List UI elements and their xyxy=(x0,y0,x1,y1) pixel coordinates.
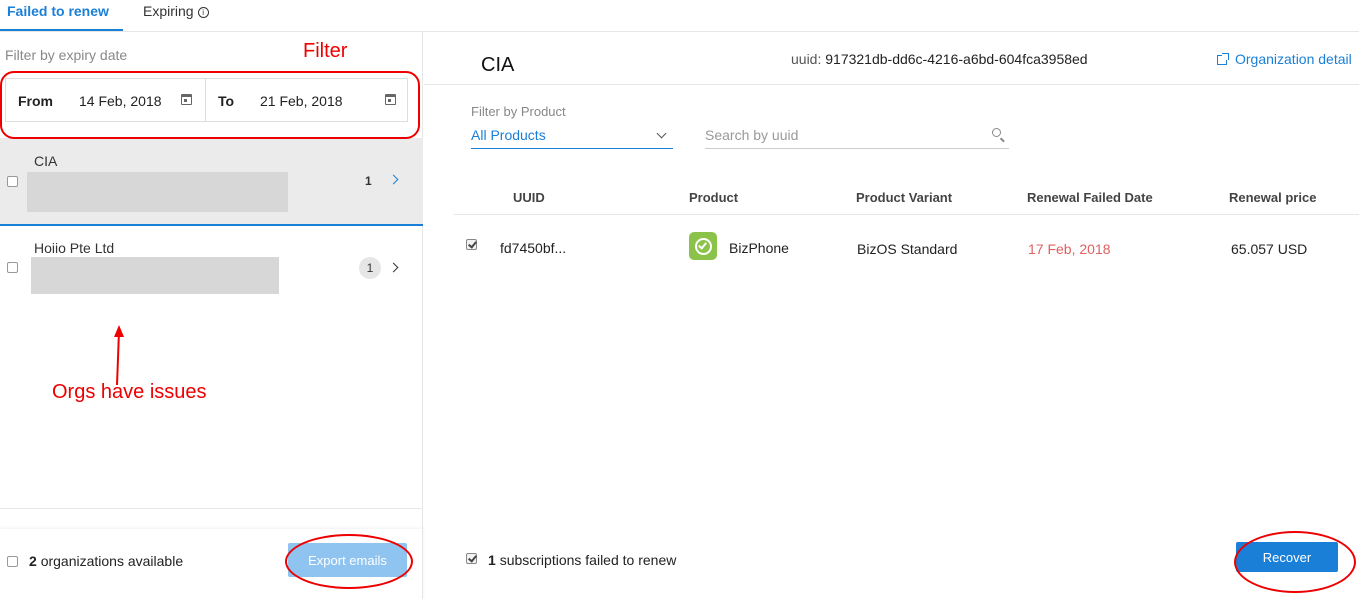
tab-expiring[interactable]: Expiring i xyxy=(143,3,209,19)
tab-expiring-label: Expiring xyxy=(143,3,194,19)
filter-expiry-label: Filter by expiry date xyxy=(5,47,128,63)
organization-detail-link[interactable]: Organization detail xyxy=(1217,51,1352,67)
orgs-available-text: 2 organizations available xyxy=(29,553,184,569)
org-detail-panel: CIA uuid: 917321db-dd6c-4216-a6bd-604fca… xyxy=(424,32,1359,599)
cell-renewal-failed-date: 17 Feb, 2018 xyxy=(1028,241,1111,257)
redacted-content xyxy=(31,257,279,294)
org-issue-count: 1 xyxy=(359,257,381,279)
annotation-filter-ring xyxy=(0,71,420,139)
tab-failed-to-renew[interactable]: Failed to renew xyxy=(0,3,123,31)
external-link-icon xyxy=(1217,53,1229,65)
filter-product-label: Filter by Product xyxy=(471,104,566,119)
row-checkbox[interactable] xyxy=(466,239,477,250)
org-list-item[interactable]: Hoiio Pte Ltd 1 xyxy=(0,228,423,308)
cell-product: BizPhone xyxy=(729,240,789,256)
column-header-uuid: UUID xyxy=(513,190,545,205)
chevron-right-icon[interactable] xyxy=(388,174,399,185)
annotation-arrow xyxy=(114,325,124,386)
info-icon: i xyxy=(197,7,209,18)
product-filter-value: All Products xyxy=(471,127,546,143)
page-title: CIA xyxy=(481,54,515,76)
select-all-subscriptions-checkbox[interactable] xyxy=(466,553,477,564)
org-name: Hoiio Pte Ltd xyxy=(34,240,115,256)
bizphone-icon xyxy=(689,232,717,260)
cell-product-variant: BizOS Standard xyxy=(857,241,958,257)
annotation-filter: Filter xyxy=(303,40,348,62)
search-uuid-input[interactable]: Search by uuid xyxy=(705,127,1009,149)
subscriptions-failed-text: 1 subscriptions failed to renew xyxy=(488,552,677,568)
table-header-divider xyxy=(454,214,1359,215)
chevron-down-icon xyxy=(656,128,667,139)
tab-failed-to-renew-label: Failed to renew xyxy=(7,3,109,19)
annotation-orgs: Orgs have issues xyxy=(52,381,207,403)
org-checkbox[interactable] xyxy=(7,262,18,273)
chevron-right-icon[interactable] xyxy=(388,262,399,273)
cell-renewal-price: 65.057 USD xyxy=(1231,241,1308,257)
divider xyxy=(424,84,1359,85)
search-placeholder: Search by uuid xyxy=(705,127,799,143)
column-header-renewal-failed-date: Renewal Failed Date xyxy=(1027,190,1153,205)
org-issue-count: 1 xyxy=(365,174,372,188)
column-header-product-variant: Product Variant xyxy=(856,190,953,205)
cell-uuid[interactable]: fd7450bf... xyxy=(500,240,566,256)
search-icon xyxy=(992,128,1001,137)
column-header-renewal-price: Renewal price xyxy=(1229,190,1317,205)
tab-bar: Failed to renew Expiring i xyxy=(0,0,1359,32)
column-header-product: Product xyxy=(689,190,739,205)
org-uuid: uuid: 917321db-dd6c-4216-a6bd-604fca3958… xyxy=(791,51,1088,67)
annotation-recover-ring xyxy=(1234,531,1356,593)
product-filter-select[interactable]: All Products xyxy=(471,127,673,149)
redacted-content xyxy=(27,172,288,212)
subscriptions-footer: 1 subscriptions failed to renew Recover xyxy=(424,528,1359,599)
org-list-item[interactable]: CIA 1 xyxy=(0,138,423,226)
select-all-orgs-checkbox[interactable] xyxy=(7,556,18,567)
org-checkbox[interactable] xyxy=(7,176,18,187)
annotation-export-ring xyxy=(285,534,413,589)
org-name: CIA xyxy=(34,153,58,169)
